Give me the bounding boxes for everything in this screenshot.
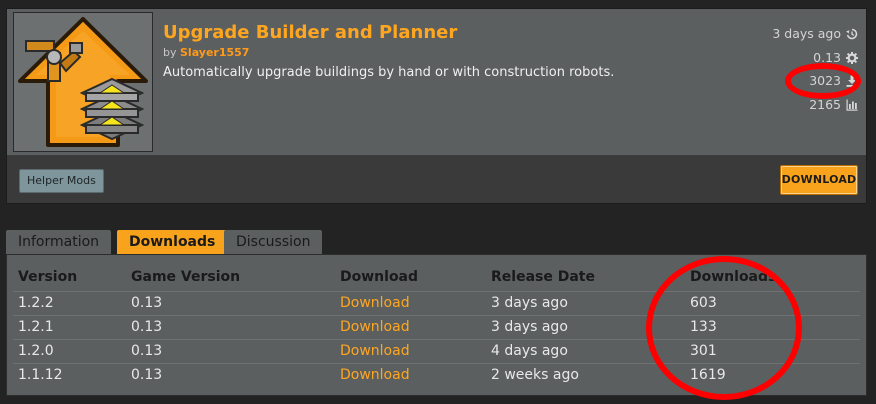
mod-title[interactable]: Upgrade Builder and Planner <box>163 22 457 43</box>
updated-value: 3 days ago <box>772 26 841 41</box>
tab-downloads[interactable]: Downloads <box>117 230 228 254</box>
upgrade-arrow-icon <box>14 13 152 151</box>
column-header-game-version: Game Version <box>131 269 241 285</box>
download-icon <box>846 75 858 87</box>
download-link[interactable]: Download <box>340 367 410 383</box>
category-tag[interactable]: Helper Mods <box>19 169 104 193</box>
tab-information[interactable]: Information <box>6 230 112 254</box>
mod-header: Upgrade Builder and Planner by Slayer155… <box>7 9 866 155</box>
download-button[interactable]: DOWNLOAD <box>780 165 858 195</box>
history-icon <box>846 28 858 40</box>
row-divider <box>13 291 860 292</box>
downloads-table: Version Game Version Download Release Da… <box>6 254 867 396</box>
gear-icon <box>846 51 858 64</box>
version-cell: 1.2.1 <box>18 319 54 335</box>
download-link[interactable]: Download <box>340 319 410 335</box>
author-link[interactable]: Slayer1557 <box>180 46 249 59</box>
mod-byline: by Slayer1557 <box>163 46 249 59</box>
game-version-cell: 0.13 <box>131 343 163 359</box>
game-version-cell: 0.13 <box>131 319 163 335</box>
mod-summary: Automatically upgrade buildings by hand … <box>163 65 615 80</box>
release-date-cell: 3 days ago <box>491 319 568 335</box>
version-cell: 1.2.0 <box>18 343 54 359</box>
column-header-download: Download <box>340 269 419 285</box>
release-date-cell: 3 days ago <box>491 295 568 311</box>
downloads-meta: 3023 <box>809 73 858 88</box>
row-divider <box>13 363 860 364</box>
game-version-value: 0.13 <box>813 50 841 65</box>
mod-thumbnail[interactable] <box>13 12 153 152</box>
updated-meta: 3 days ago <box>772 26 858 41</box>
tab-discussion[interactable]: Discussion <box>224 230 323 254</box>
column-header-downloads: Downloads <box>690 269 777 285</box>
downloads-cell: 301 <box>690 343 717 359</box>
byline-prefix: by <box>163 46 177 59</box>
game-version-cell: 0.13 <box>131 367 163 383</box>
release-date-cell: 2 weeks ago <box>491 367 579 383</box>
download-link[interactable]: Download <box>340 343 410 359</box>
row-divider <box>13 315 860 316</box>
column-header-version: Version <box>18 269 78 285</box>
mod-card: Upgrade Builder and Planner by Slayer155… <box>6 8 867 204</box>
row-divider <box>13 339 860 340</box>
downloads-cell: 1619 <box>690 367 726 383</box>
column-header-release-date: Release Date <box>491 269 595 285</box>
views-count: 2165 <box>809 97 841 112</box>
game-version-meta: 0.13 <box>813 50 858 65</box>
release-date-cell: 4 days ago <box>491 343 568 359</box>
version-cell: 1.1.12 <box>18 367 63 383</box>
downloads-count: 3023 <box>809 73 841 88</box>
version-cell: 1.2.2 <box>18 295 54 311</box>
game-version-cell: 0.13 <box>131 295 163 311</box>
bar-chart-icon <box>846 99 858 111</box>
downloads-cell: 133 <box>690 319 717 335</box>
views-meta: 2165 <box>809 97 858 112</box>
download-link[interactable]: Download <box>340 295 410 311</box>
downloads-cell: 603 <box>690 295 717 311</box>
